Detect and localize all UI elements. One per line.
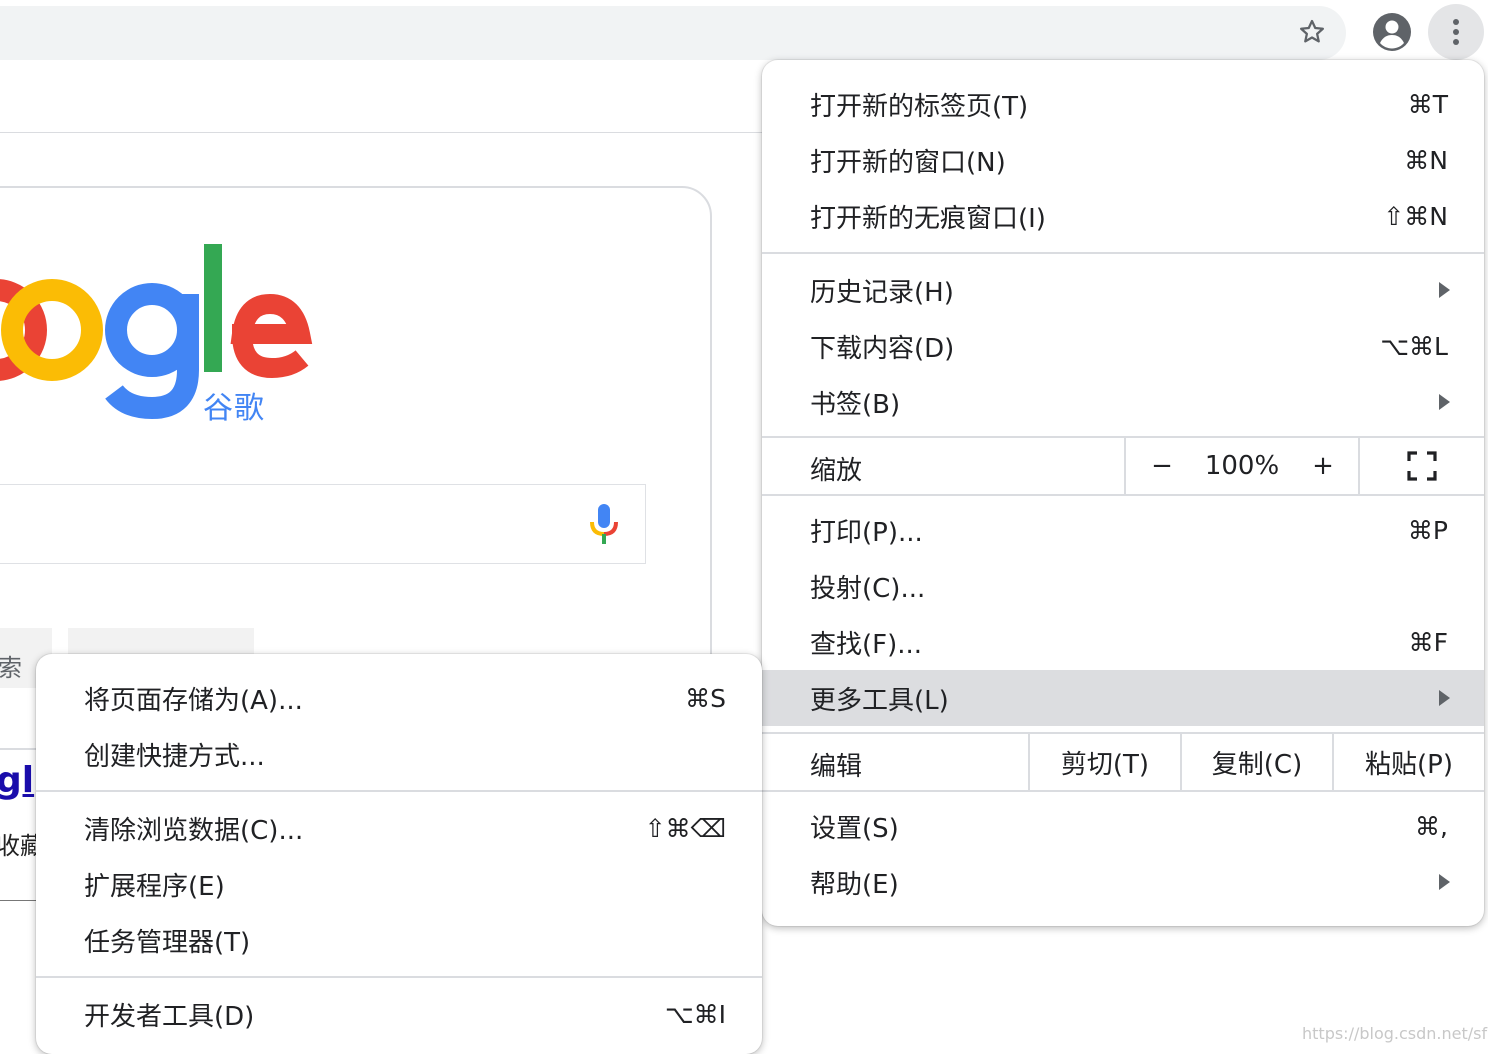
menu-item-new-window[interactable]: 打开新的窗口(N) ⌘N [762,132,1484,188]
menu-item-label: 查找(F)... [810,629,923,660]
profile-button[interactable] [1364,4,1420,60]
search-button-label: 索 [0,654,22,682]
menu-item-label: 将页面存储为(A)... [84,685,303,716]
menu-item-downloads[interactable]: 下载内容(D) ⌥⌘L [762,318,1484,374]
submenu-arrow-icon [1439,874,1450,890]
menu-item-find[interactable]: 查找(F)... ⌘F [762,614,1484,670]
account-icon [1373,13,1411,51]
menu-item-help[interactable]: 帮助(E) [762,854,1484,910]
submenu-item-task-manager[interactable]: 任务管理器(T) [36,912,762,968]
menu-item-label: 投射(C)... [810,573,926,604]
menu-item-label: 扩展程序(E) [84,871,225,902]
menu-item-cast[interactable]: 投射(C)... [762,558,1484,614]
microphone-icon[interactable] [586,502,622,546]
more-vert-icon [1453,19,1459,45]
zoom-value: 100% [1204,451,1280,481]
bookmark-bar-divider [0,132,762,133]
menu-item-label: 打开新的窗口(N) [810,147,1006,178]
menu-item-shortcut: ⌘F [1408,627,1448,657]
chrome-menu-button[interactable] [1428,4,1484,60]
menu-item-label: 创建快捷方式... [84,741,265,772]
cut-label: 剪切(T) [1060,749,1150,780]
paste-label: 粘贴(P) [1365,749,1453,780]
zoom-row: 缩放 − 100% + [762,438,1484,494]
menu-separator [762,494,1484,496]
menu-separator [36,976,762,978]
menu-item-label: 下载内容(D) [810,333,955,364]
submenu-item-create-shortcut[interactable]: 创建快捷方式... [36,726,762,782]
zoom-level: 100% [1196,438,1288,494]
menu-item-shortcut: ⌘T [1407,89,1448,119]
menu-item-shortcut: ⌘S [685,683,726,713]
menu-item-shortcut: ⇧⌘⌫ [644,813,726,843]
menu-item-label: 打开新的无痕窗口(I) [810,203,1046,234]
menu-item-settings[interactable]: 设置(S) ⌘, [762,798,1484,854]
menu-separator [762,790,1484,792]
submenu-arrow-icon [1439,282,1450,298]
fullscreen-button[interactable] [1358,438,1484,494]
menu-item-new-tab[interactable]: 打开新的标签页(T) ⌘T [762,76,1484,132]
menu-item-shortcut: ⌥⌘L [1380,331,1448,361]
menu-item-label: 书签(B) [810,389,901,420]
fullscreen-icon [1407,451,1437,481]
menu-item-shortcut: ⇧⌘N [1383,201,1448,231]
menu-item-shortcut: ⌘P [1407,515,1448,545]
submenu-item-dev-tools[interactable]: 开发者工具(D) ⌥⌘I [36,986,762,1042]
edit-label: 编辑 [810,752,863,782]
menu-separator [762,252,1484,254]
menu-item-bookmarks[interactable]: 书签(B) [762,374,1484,430]
menu-item-label: 更多工具(L) [810,685,949,716]
submenu-item-extensions[interactable]: 扩展程序(E) [36,856,762,912]
menu-item-label: 任务管理器(T) [84,927,251,958]
content-divider [0,900,40,901]
menu-item-shortcut: ⌥⌘I [664,999,726,1029]
zoom-in-button[interactable]: + [1288,438,1358,494]
result-link[interactable]: gl [0,760,34,801]
menu-item-more-tools[interactable]: 更多工具(L) [762,670,1484,726]
search-input[interactable] [0,484,646,564]
submenu-arrow-icon [1439,394,1450,410]
zoom-out-button[interactable]: − [1124,438,1198,494]
menu-item-label: 开发者工具(D) [84,1001,255,1032]
submenu-item-save-page[interactable]: 将页面存储为(A)... ⌘S [36,670,762,726]
chrome-main-menu: 打开新的标签页(T) ⌘T 打开新的窗口(N) ⌘N 打开新的无痕窗口(I) ⇧… [762,60,1484,926]
menu-item-shortcut: ⌘N [1404,145,1448,175]
copy-label: 复制(C) [1211,749,1303,780]
bookmark-star-button[interactable] [1284,4,1340,60]
address-bar[interactable] [0,6,1346,60]
zoom-out-label: − [1151,451,1173,481]
edit-row: 编辑 剪切(T) 复制(C) 粘贴(P) [762,734,1484,790]
google-logo [0,244,313,420]
menu-item-shortcut: ⌘, [1415,811,1448,841]
menu-item-print[interactable]: 打印(P)... ⌘P [762,502,1484,558]
logo-subtitle: 谷歌 [203,391,265,426]
menu-item-label: 帮助(E) [810,869,899,900]
menu-item-label: 历史记录(H) [810,277,954,308]
menu-item-label: 打开新的标签页(T) [810,91,1029,122]
watermark: https://blog.csdn.net/sfhtjj [1302,1024,1488,1043]
menu-item-label: 清除浏览数据(C)... [84,815,304,846]
menu-item-label: 打印(P)... [810,517,923,548]
submenu-item-clear-data[interactable]: 清除浏览数据(C)... ⇧⌘⌫ [36,800,762,856]
paste-button[interactable]: 粘贴(P) [1332,734,1484,790]
zoom-in-label: + [1312,451,1334,481]
menu-item-new-incognito[interactable]: 打开新的无痕窗口(I) ⇧⌘N [762,188,1484,244]
browser-toolbar [0,0,1488,60]
zoom-label: 缩放 [810,456,863,486]
cut-button[interactable]: 剪切(T) [1028,734,1180,790]
copy-button[interactable]: 复制(C) [1180,734,1332,790]
menu-item-label: 设置(S) [810,813,899,844]
star-icon [1300,19,1324,43]
menu-separator [36,790,762,792]
more-tools-submenu: 将页面存储为(A)... ⌘S 创建快捷方式... 清除浏览数据(C)... ⇧… [36,654,762,1054]
menu-item-history[interactable]: 历史记录(H) [762,262,1484,318]
submenu-arrow-icon [1439,690,1450,706]
